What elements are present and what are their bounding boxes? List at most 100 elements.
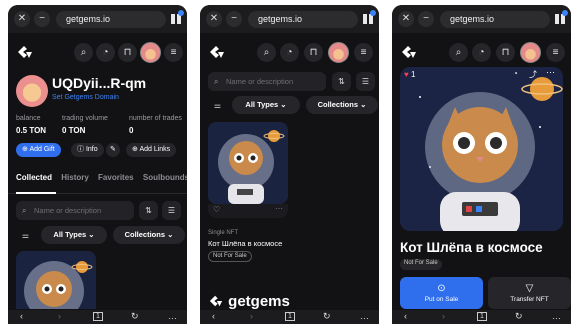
search-input[interactable]: ⌕ Name or description [16,201,134,220]
transfer-label: Transfer NFT [510,296,549,303]
back-button[interactable]: ‹ [20,311,23,321]
search-icon[interactable]: ⌕ [257,43,276,62]
arrow-up-icon: ⊙ [437,283,446,294]
back-button[interactable]: ‹ [212,311,215,321]
nft-name[interactable]: Кот Шлёпа в космосе [208,239,282,248]
tab-collected[interactable]: Collected [16,173,52,182]
minimize-button[interactable]: − [34,11,50,27]
forward-button[interactable]: › [58,311,61,321]
close-tab-button[interactable]: ✕ [398,11,414,27]
nft-hero-image[interactable] [400,67,563,231]
collections-dropdown[interactable]: Collections ⌄ [113,226,185,244]
cart-icon[interactable]: ⊓ [118,43,137,62]
info-label: Info [85,146,98,153]
user-avatar[interactable] [140,42,161,63]
all-types-label: All Types [245,100,279,109]
active-tab-indicator [16,192,56,194]
close-tab-button[interactable]: ✕ [206,11,222,27]
tabs-button[interactable]: 1 [477,312,487,321]
collections-dropdown[interactable]: Collections ⌄ [306,96,378,114]
sort-button[interactable]: ⇅ [139,201,158,220]
tabs-button[interactable]: 1 [285,312,295,321]
menu-icon[interactable]: ≡ [164,43,183,62]
user-avatar[interactable] [328,42,349,63]
search-placeholder: Name or description [226,77,294,86]
share-icon[interactable]: ⤴ [529,69,537,80]
browser-bar: ✕ − getgems.io [8,5,187,33]
getgems-logo[interactable] [208,44,226,63]
forward-button[interactable]: › [442,311,445,321]
nft-card-image[interactable] [16,251,96,309]
reload-button[interactable]: ↻ [323,311,331,322]
search-icon[interactable]: ⌕ [74,43,93,62]
heart-icon: ♥ [404,70,409,79]
heart-icon[interactable]: ♡ [213,205,220,214]
browser-bottom-nav: ‹ › 1 ↻ … [200,310,379,324]
notification-icon[interactable]: ◔ [513,69,518,78]
tabs-button[interactable]: 1 [93,312,103,321]
cart-icon[interactable]: ⊓ [496,43,515,62]
transfer-nft-button[interactable]: ▽ Transfer NFT [488,277,571,309]
more-icon[interactable]: ⋯ [546,67,555,78]
info-button[interactable]: ⓘ Info [71,143,104,157]
more-button[interactable]: … [168,311,177,321]
set-domain-link[interactable]: Set Getgems Domain [52,94,119,101]
forward-button[interactable]: › [250,311,253,321]
stat-label-volume: trading volume [62,115,108,122]
footer-brand: getgems [228,293,290,310]
search-icon[interactable]: ⌕ [449,43,468,62]
profile-avatar [16,75,48,107]
tab-history[interactable]: History [61,173,89,182]
menu-icon[interactable]: ≡ [546,43,565,62]
add-gift-button[interactable]: ⊕ Add Gift [16,143,61,157]
bell-icon[interactable]: ◔ [96,43,115,62]
browser-bar: ✕ − getgems.io [200,5,379,33]
getgems-logo[interactable] [16,44,34,63]
sort-button[interactable]: ⇅ [332,72,351,91]
all-types-dropdown[interactable]: All Types ⌄ [41,226,107,244]
stat-value-balance: 0.5 TON [16,126,47,135]
put-on-sale-button[interactable]: ⊙ Put on Sale [400,277,483,309]
site-header: ⌕ ◔ ⊓ ≡ [200,35,379,69]
list-view-button[interactable]: ☰ [356,72,375,91]
more-button[interactable]: … [552,311,561,321]
reload-button[interactable]: ↻ [515,311,523,322]
profile-name: UQDyii...R-qm [52,75,147,91]
all-types-dropdown[interactable]: All Types ⌄ [232,96,300,114]
cart-icon[interactable]: ⊓ [304,43,323,62]
filter-settings-icon[interactable]: ⚌ [208,96,227,115]
nft-collection-label: Single NFT [208,230,239,236]
url-bar[interactable]: getgems.io [440,11,550,28]
browser-bottom-nav: ‹ › 1 ↻ … [392,310,571,324]
stat-label-trades: number of trades [129,115,182,122]
notification-dot [178,10,184,16]
stat-value-volume: 0 TON [62,126,86,135]
minimize-button[interactable]: − [418,11,434,27]
list-view-button[interactable]: ☰ [162,201,181,220]
more-button[interactable]: … [360,311,369,321]
more-icon[interactable]: ⋯ [275,204,283,213]
url-bar[interactable]: getgems.io [248,11,358,28]
bell-icon[interactable]: ◔ [472,43,491,62]
add-links-button[interactable]: ⊕ Add Links [126,143,177,157]
tab-favorites[interactable]: Favorites [98,173,134,182]
browser-bottom-nav: ‹ › 1 ↻ … [8,310,187,324]
user-avatar[interactable] [520,42,541,63]
url-bar[interactable]: getgems.io [56,11,166,28]
menu-icon[interactable]: ≡ [354,43,373,62]
minimize-button[interactable]: − [226,11,242,27]
collection-screen: ✕ − getgems.io ⌕ ◔ ⊓ ≡ ⌕ Name or descrip… [200,5,379,324]
bell-icon[interactable]: ◔ [280,43,299,62]
nft-card-image[interactable] [208,122,288,204]
tab-soulbounds[interactable]: Soulbounds [143,173,187,182]
edit-button[interactable]: ✎ [106,143,120,157]
like-counter[interactable]: ♥ 1 [404,70,415,79]
search-input[interactable]: ⌕ Name or description [208,72,326,91]
getgems-logo[interactable] [400,44,418,63]
site-header: ⌕ ◔ ⊓ ≡ [392,35,571,69]
filter-settings-icon[interactable]: ⚌ [16,226,35,245]
close-tab-button[interactable]: ✕ [14,11,30,27]
stat-label-balance: balance [16,115,41,122]
back-button[interactable]: ‹ [404,311,407,321]
reload-button[interactable]: ↻ [131,311,139,322]
